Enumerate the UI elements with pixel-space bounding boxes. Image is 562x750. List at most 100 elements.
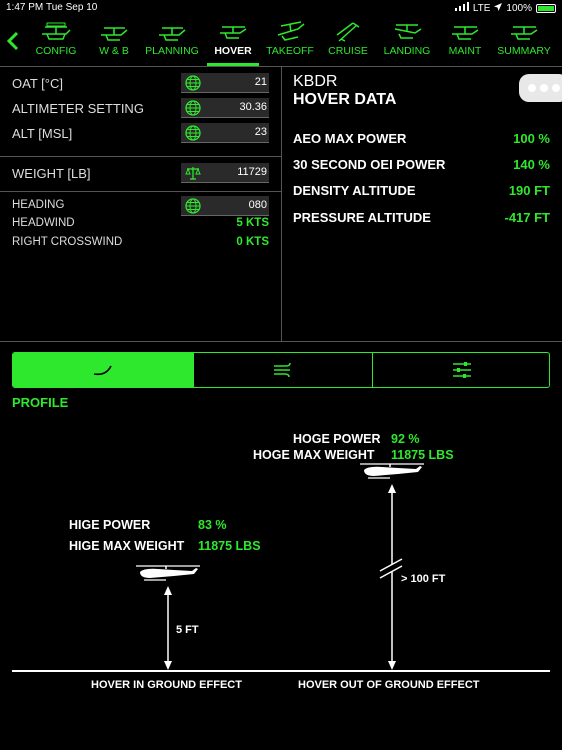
tab-cruise[interactable]: CRUISE bbox=[324, 16, 372, 66]
back-chevron-icon[interactable] bbox=[4, 30, 22, 52]
dot-icon bbox=[552, 84, 560, 92]
segment-wind[interactable] bbox=[193, 353, 372, 387]
hige-height-arrow bbox=[164, 586, 172, 670]
status-date: Tue Sep 10 bbox=[46, 2, 98, 13]
tab-takeoff[interactable]: TAKEOFF bbox=[264, 16, 316, 66]
density-altitude-value: 190 FT bbox=[508, 183, 550, 198]
headwind-value: 5 KTS bbox=[236, 217, 269, 229]
helicopter-icon bbox=[136, 565, 200, 581]
weight-field[interactable]: 11729 bbox=[181, 163, 269, 183]
tab-weight-balance-label: W & B bbox=[99, 45, 129, 57]
tab-config-label: CONFIG bbox=[35, 45, 77, 57]
oat-value: 21 bbox=[254, 76, 267, 88]
tab-maint-label: MAINT bbox=[448, 45, 482, 57]
tab-planning-label: PLANNING bbox=[145, 45, 199, 57]
alt-field[interactable]: 23 bbox=[181, 123, 269, 143]
globe-icon bbox=[185, 198, 201, 214]
weight-label: WEIGHT [LB] bbox=[12, 166, 91, 181]
dot-icon bbox=[540, 84, 548, 92]
headwind-label: HEADWIND bbox=[12, 217, 75, 229]
divider bbox=[0, 156, 281, 157]
pressure-altitude-value: -417 FT bbox=[504, 210, 550, 225]
battery-percent: 100% bbox=[506, 2, 532, 14]
section-divider bbox=[0, 341, 562, 342]
globe-icon bbox=[185, 100, 201, 116]
status-time: 1:47 PM bbox=[6, 2, 44, 13]
tab-hover[interactable]: HOVER bbox=[207, 16, 259, 66]
cruise-icon bbox=[336, 22, 360, 42]
heading-value: 080 bbox=[248, 199, 267, 211]
hige-power-label: HIGE POWER bbox=[69, 518, 151, 532]
altimeter-field[interactable]: 30.36 bbox=[181, 98, 269, 118]
tab-landing[interactable]: LANDING bbox=[380, 16, 434, 66]
divider bbox=[0, 191, 281, 192]
hoge-height-label: > 100 FT bbox=[401, 573, 446, 585]
more-options-button[interactable] bbox=[519, 74, 562, 102]
hoge-caption: HOVER OUT OF GROUND EFFECT bbox=[298, 679, 480, 691]
maint-icon bbox=[452, 26, 479, 40]
alt-label: ALT [MSL] bbox=[12, 126, 73, 141]
tab-summary-label: SUMMARY bbox=[497, 45, 551, 57]
altimeter-value: 30.36 bbox=[239, 101, 267, 113]
tab-takeoff-label: TAKEOFF bbox=[266, 45, 314, 57]
hoge-power-value: 92 % bbox=[391, 432, 420, 446]
battery-icon bbox=[536, 3, 556, 13]
tab-maint[interactable]: MAINT bbox=[442, 16, 488, 66]
wind-icon bbox=[274, 362, 291, 378]
hoge-max-weight-label: HOGE MAX WEIGHT bbox=[253, 448, 375, 462]
weight-balance-icon bbox=[101, 27, 128, 41]
planning-icon bbox=[159, 27, 186, 41]
aeo-max-power-value: 100 % bbox=[513, 131, 550, 146]
tab-planning[interactable]: PLANNING bbox=[144, 16, 200, 66]
dot-icon bbox=[528, 84, 536, 92]
oei-power-value: 140 % bbox=[513, 157, 550, 172]
profile-curve-icon bbox=[93, 365, 112, 376]
landing-icon bbox=[394, 24, 422, 39]
alt-value: 23 bbox=[254, 126, 267, 138]
status-bar: 1:47 PM Tue Sep 10 LTE 100% bbox=[0, 0, 562, 16]
hoge-height-arrow bbox=[378, 484, 404, 670]
summary-icon bbox=[511, 26, 538, 40]
helicopter-icon bbox=[360, 463, 424, 479]
pressure-altitude-label: PRESSURE ALTITUDE bbox=[293, 210, 431, 225]
hige-height-label: 5 FT bbox=[176, 624, 199, 636]
oat-label: OAT [°C] bbox=[12, 76, 63, 91]
heading-field[interactable]: 080 bbox=[181, 196, 269, 216]
heading-label: HEADING bbox=[12, 199, 65, 211]
segment-settings[interactable] bbox=[372, 353, 549, 387]
segment-profile[interactable] bbox=[13, 353, 193, 387]
density-altitude-label: DENSITY ALTITUDE bbox=[293, 183, 416, 198]
oat-field[interactable]: 21 bbox=[181, 73, 269, 93]
sliders-icon bbox=[452, 362, 471, 378]
tab-summary[interactable]: SUMMARY bbox=[494, 16, 554, 66]
view-segmented-control bbox=[12, 352, 550, 388]
crosswind-value: 0 KTS bbox=[236, 236, 269, 248]
hige-caption: HOVER IN GROUND EFFECT bbox=[91, 679, 242, 691]
oei-power-label: 30 SECOND OEI POWER bbox=[293, 157, 446, 172]
config-icon bbox=[42, 22, 71, 40]
hoge-power-label: HOGE POWER bbox=[293, 432, 381, 446]
signal-icon bbox=[454, 2, 469, 14]
altimeter-label: ALTIMETER SETTING bbox=[12, 101, 144, 116]
crosswind-label: RIGHT CROSSWIND bbox=[12, 236, 123, 248]
tab-config[interactable]: CONFIG bbox=[30, 16, 82, 66]
hoge-max-weight-value: 11875 LBS bbox=[391, 448, 454, 462]
tab-landing-label: LANDING bbox=[383, 45, 431, 57]
top-nav: CONFIG W & B PLANNING HOVER TAKEOFF CRUI… bbox=[0, 16, 562, 66]
globe-icon bbox=[185, 75, 201, 91]
airport-code: KBDR bbox=[293, 73, 338, 90]
takeoff-icon bbox=[277, 21, 305, 41]
tab-weight-balance[interactable]: W & B bbox=[90, 16, 138, 66]
hige-power-value: 83 % bbox=[198, 518, 227, 532]
globe-icon bbox=[185, 125, 201, 141]
location-icon bbox=[494, 2, 503, 14]
hover-icon bbox=[220, 26, 247, 39]
hover-data-title: HOVER DATA bbox=[293, 91, 397, 108]
tab-cruise-label: CRUISE bbox=[328, 45, 368, 57]
scale-icon bbox=[185, 167, 201, 180]
status-right: LTE 100% bbox=[454, 2, 556, 14]
panel-divider bbox=[281, 67, 282, 341]
network-label: LTE bbox=[472, 2, 491, 14]
hige-max-weight-label: HIGE MAX WEIGHT bbox=[69, 539, 185, 553]
aeo-max-power-label: AEO MAX POWER bbox=[293, 131, 407, 146]
